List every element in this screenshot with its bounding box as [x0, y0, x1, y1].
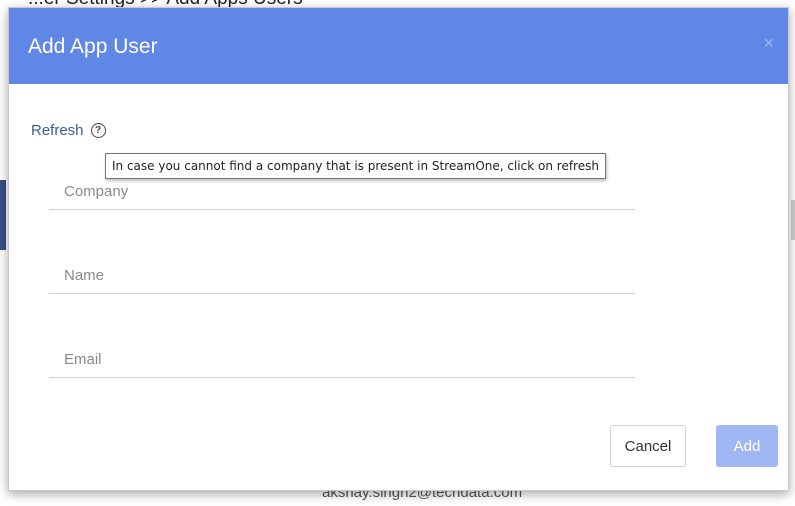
- dialog-title: Add App User: [28, 35, 158, 58]
- company-field[interactable]: [49, 174, 635, 210]
- refresh-tooltip: In case you cannot find a company that i…: [105, 153, 606, 179]
- name-input[interactable]: [64, 258, 624, 292]
- help-circle-icon[interactable]: ?: [90, 123, 106, 138]
- close-icon[interactable]: ×: [763, 33, 774, 54]
- cancel-button[interactable]: Cancel: [610, 425, 686, 467]
- company-input[interactable]: [64, 174, 624, 208]
- email-input[interactable]: [64, 342, 624, 376]
- add-button[interactable]: Add: [716, 425, 778, 467]
- email-field[interactable]: [49, 342, 635, 378]
- name-field[interactable]: [49, 258, 635, 294]
- dialog-header: Add App User ×: [9, 8, 788, 84]
- refresh-link[interactable]: Refresh ?: [31, 122, 106, 139]
- background-sidebar-strip: [0, 180, 6, 250]
- refresh-label: Refresh: [31, 122, 84, 139]
- background-scrollbar: [791, 200, 795, 240]
- add-app-user-dialog: Add App User × Refresh ? In case you can…: [8, 7, 789, 491]
